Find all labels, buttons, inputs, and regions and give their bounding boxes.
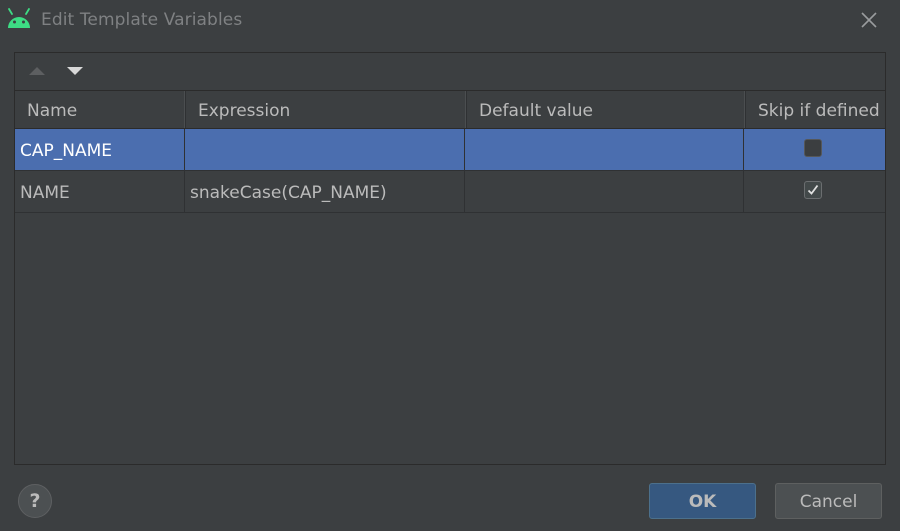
arrow-down-icon: [67, 67, 83, 75]
table-row[interactable]: NAME snakeCase(CAP_NAME): [15, 171, 885, 213]
skip-if-defined-checkbox[interactable]: [804, 181, 822, 199]
checkmark-icon: [807, 184, 819, 195]
move-up-button[interactable]: [26, 62, 48, 80]
variables-table: Name Expression Default value Skip if de…: [15, 91, 885, 213]
column-header-name[interactable]: Name: [15, 91, 186, 128]
skip-if-defined-checkbox[interactable]: [804, 139, 822, 157]
column-header-expression[interactable]: Expression: [186, 91, 467, 128]
cell-default-value[interactable]: [465, 171, 744, 212]
android-icon: [8, 8, 30, 28]
arrow-up-icon: [29, 67, 45, 75]
cell-skip-if-defined: [744, 171, 885, 212]
table-row[interactable]: CAP_NAME: [15, 129, 885, 171]
column-header-skip-if-defined[interactable]: Skip if defined: [746, 91, 885, 128]
column-header-default-value[interactable]: Default value: [467, 91, 746, 128]
table-toolbar: [15, 53, 885, 91]
cell-default-value[interactable]: [465, 129, 744, 170]
cell-name[interactable]: NAME: [15, 171, 185, 212]
cell-skip-if-defined: [744, 129, 885, 170]
cell-expression[interactable]: snakeCase(CAP_NAME): [185, 171, 465, 212]
dialog-title: Edit Template Variables: [41, 10, 243, 30]
cell-name[interactable]: CAP_NAME: [15, 129, 185, 170]
table-header: Name Expression Default value Skip if de…: [15, 91, 885, 129]
cell-expression[interactable]: [185, 129, 465, 170]
variables-panel: Name Expression Default value Skip if de…: [14, 52, 886, 465]
cancel-button[interactable]: Cancel: [775, 483, 882, 519]
close-icon[interactable]: [857, 8, 881, 32]
title-bar: Edit Template Variables: [0, 0, 900, 42]
help-button[interactable]: ?: [18, 484, 52, 518]
move-down-button[interactable]: [64, 62, 86, 80]
edit-template-variables-dialog: Edit Template Variables Name Expression …: [0, 0, 900, 531]
ok-button[interactable]: OK: [649, 483, 756, 519]
